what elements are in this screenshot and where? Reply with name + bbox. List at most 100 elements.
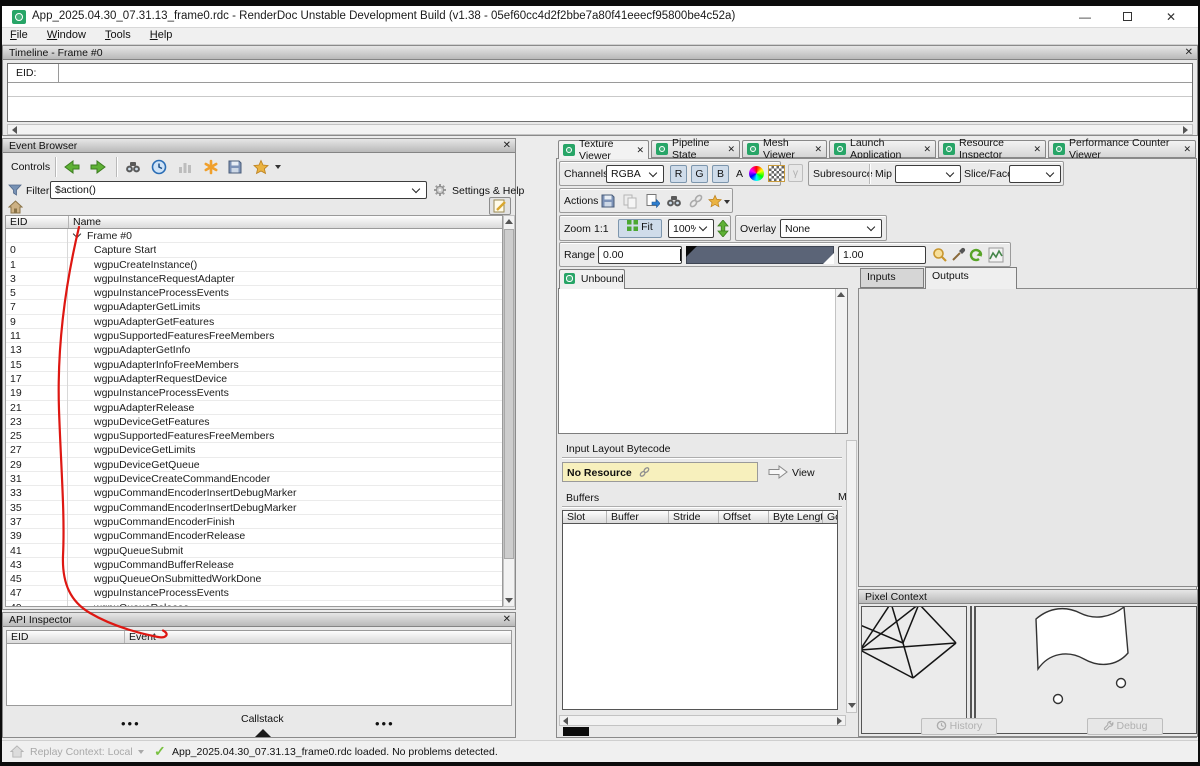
event-row[interactable]: 15 wgpuAdapterInfoFreeMembers (6, 357, 502, 372)
range-min-input[interactable]: 0.00 (598, 246, 682, 264)
event-row[interactable]: 31 wgpuDeviceCreateCommandEncoder (6, 472, 502, 487)
pixel-context-right-view[interactable] (975, 606, 1197, 734)
alpha-channel-button[interactable]: A (736, 168, 743, 180)
blue-channel-button[interactable]: B (712, 165, 729, 183)
one-to-one-button[interactable]: 1:1 (594, 223, 609, 235)
home-icon[interactable] (8, 200, 23, 214)
byte-length-column[interactable]: Byte Length (769, 511, 823, 523)
autofit-eyedropper-icon[interactable] (950, 247, 966, 263)
minimize-button[interactable]: — (1070, 6, 1100, 28)
edit-filter-button[interactable] (489, 197, 511, 215)
event-row[interactable]: 39 wgpuCommandEncoderRelease (6, 529, 502, 544)
event-row[interactable]: 47 wgpuInstanceProcessEvents (6, 586, 502, 601)
pixel-context-left-view[interactable] (861, 606, 967, 734)
tab-performance-counter-viewer[interactable]: Performance Counter Viewer ✕ (1048, 137, 1196, 161)
event-row[interactable]: 45 wgpuQueueOnSubmittedWorkDone (6, 572, 502, 587)
tab-inputs[interactable]: Inputs (860, 268, 924, 288)
menu-tools[interactable]: Tools (97, 28, 139, 41)
recent-events-icon[interactable] (151, 159, 167, 175)
replay-context-home-icon[interactable] (10, 745, 24, 758)
event-row[interactable]: 27 wgpuDeviceGetLimits (6, 443, 502, 458)
event-row[interactable]: 3 wgpuInstanceRequestAdapter (6, 271, 502, 287)
event-row[interactable]: 43 wgpuCommandBufferRelease (6, 557, 502, 573)
offset-column[interactable]: Offset (719, 511, 769, 523)
eid-column-header[interactable]: EID (6, 216, 69, 228)
reset-range-icon[interactable] (968, 247, 984, 263)
api-inspector-close-icon[interactable]: ✕ (503, 614, 511, 626)
settings-gear-icon[interactable] (433, 183, 447, 197)
tab-close-icon[interactable]: ✕ (1033, 144, 1041, 155)
color-wheel-icon[interactable] (749, 166, 764, 181)
tab-mesh-viewer[interactable]: Mesh Viewer ✕ (742, 137, 827, 161)
mip-combobox[interactable] (895, 165, 961, 183)
overlay-combobox[interactable]: None (780, 219, 882, 238)
callstack-label[interactable]: Callstack (241, 713, 284, 725)
name-column-header[interactable]: Name (69, 216, 502, 228)
actions-dropdown-icon[interactable] (724, 200, 730, 204)
scroll-up-icon[interactable] (837, 292, 845, 297)
channels-combobox[interactable]: RGBA (606, 165, 664, 183)
go-column[interactable]: Go (823, 511, 837, 523)
replay-context-dropdown-icon[interactable] (138, 750, 144, 754)
buffers-table-body[interactable] (562, 524, 838, 710)
event-row[interactable]: 29 wgpuDeviceGetQueue (6, 457, 502, 473)
tab-launch-application[interactable]: Launch Application ✕ (829, 137, 936, 161)
tab-close-icon[interactable]: ✕ (923, 144, 931, 155)
event-row[interactable]: 0 Capture Start (6, 243, 502, 258)
bookmark-asterisk-icon[interactable] (203, 159, 219, 175)
range-black-handle[interactable] (686, 246, 697, 257)
event-list-vscrollbar[interactable] (503, 215, 515, 607)
tab-close-icon[interactable]: ✕ (636, 145, 644, 156)
event-row[interactable]: 13 wgpuAdapterGetInfo (6, 343, 502, 358)
event-row[interactable]: 9 wgpuAdapterGetFeatures (6, 314, 502, 330)
event-row[interactable]: 25 wgpuSupportedFeaturesFreeMembers (6, 429, 502, 444)
menu-help[interactable]: Help (142, 28, 181, 41)
event-row[interactable]: 41 wgpuQueueSubmit (6, 543, 502, 558)
overflow-dots-left[interactable]: ••• (121, 716, 141, 731)
overflow-dots-right[interactable]: ••• (375, 716, 395, 731)
zoom-range-icon[interactable] (932, 247, 948, 263)
flip-y-icon[interactable] (717, 220, 729, 237)
favorites-dropdown-icon[interactable] (275, 165, 281, 169)
close-button[interactable]: ✕ (1156, 6, 1186, 28)
scroll-left-icon[interactable] (12, 126, 17, 134)
maximize-button[interactable] (1112, 6, 1142, 28)
mid-vscrollbar[interactable] (846, 440, 857, 713)
scroll-right-icon[interactable] (1183, 126, 1188, 134)
fit-button[interactable]: Fit (618, 219, 662, 238)
goto-resource-icon[interactable] (666, 193, 682, 209)
checkerboard-background-button[interactable] (768, 165, 785, 182)
actions-star-icon[interactable] (708, 193, 722, 209)
event-row[interactable]: 37 wgpuCommandEncoderFinish (6, 514, 502, 530)
filter-combobox[interactable]: $action() (50, 181, 427, 199)
open-texture-list-icon[interactable] (644, 193, 660, 209)
view-label[interactable]: View (792, 467, 815, 479)
slot-column[interactable]: Slot (563, 511, 607, 523)
scroll-right-icon[interactable] (837, 717, 842, 725)
event-row[interactable]: 23 wgpuDeviceGetFeatures (6, 414, 502, 430)
range-slider[interactable] (686, 246, 834, 264)
previous-event-icon[interactable] (64, 159, 80, 175)
timeline-hscrollbar[interactable] (7, 124, 1193, 135)
green-channel-button[interactable]: G (691, 165, 708, 183)
callstack-expand-icon[interactable] (255, 729, 271, 737)
tab-close-icon[interactable]: ✕ (1183, 144, 1191, 155)
scrollbar-thumb[interactable] (504, 229, 514, 559)
api-eid-column[interactable]: EID (7, 631, 125, 643)
range-max-input[interactable]: 1.00 (838, 246, 926, 264)
settings-help-label[interactable]: Settings & Help (452, 185, 524, 197)
scroll-down-icon[interactable] (847, 703, 856, 708)
tab-texture-viewer[interactable]: Texture Viewer ✕ (558, 138, 649, 162)
find-event-icon[interactable] (125, 159, 141, 175)
expand-chevron-icon[interactable] (72, 229, 82, 239)
unbound-texture-tab[interactable]: Unbound (559, 269, 625, 289)
api-event-list[interactable] (6, 644, 512, 706)
menu-window[interactable]: Window (39, 28, 94, 41)
save-texture-icon[interactable] (600, 193, 616, 209)
event-row[interactable]: 11 wgpuSupportedFeaturesFreeMembers (6, 329, 502, 344)
event-browser-close-icon[interactable]: ✕ (503, 140, 511, 152)
event-row[interactable]: 17 wgpuAdapterRequestDevice (6, 371, 502, 387)
menu-file[interactable]: File (2, 28, 36, 41)
event-row[interactable]: 21 wgpuAdapterRelease (6, 400, 502, 415)
event-row[interactable]: 33 wgpuCommandEncoderInsertDebugMarker (6, 486, 502, 501)
